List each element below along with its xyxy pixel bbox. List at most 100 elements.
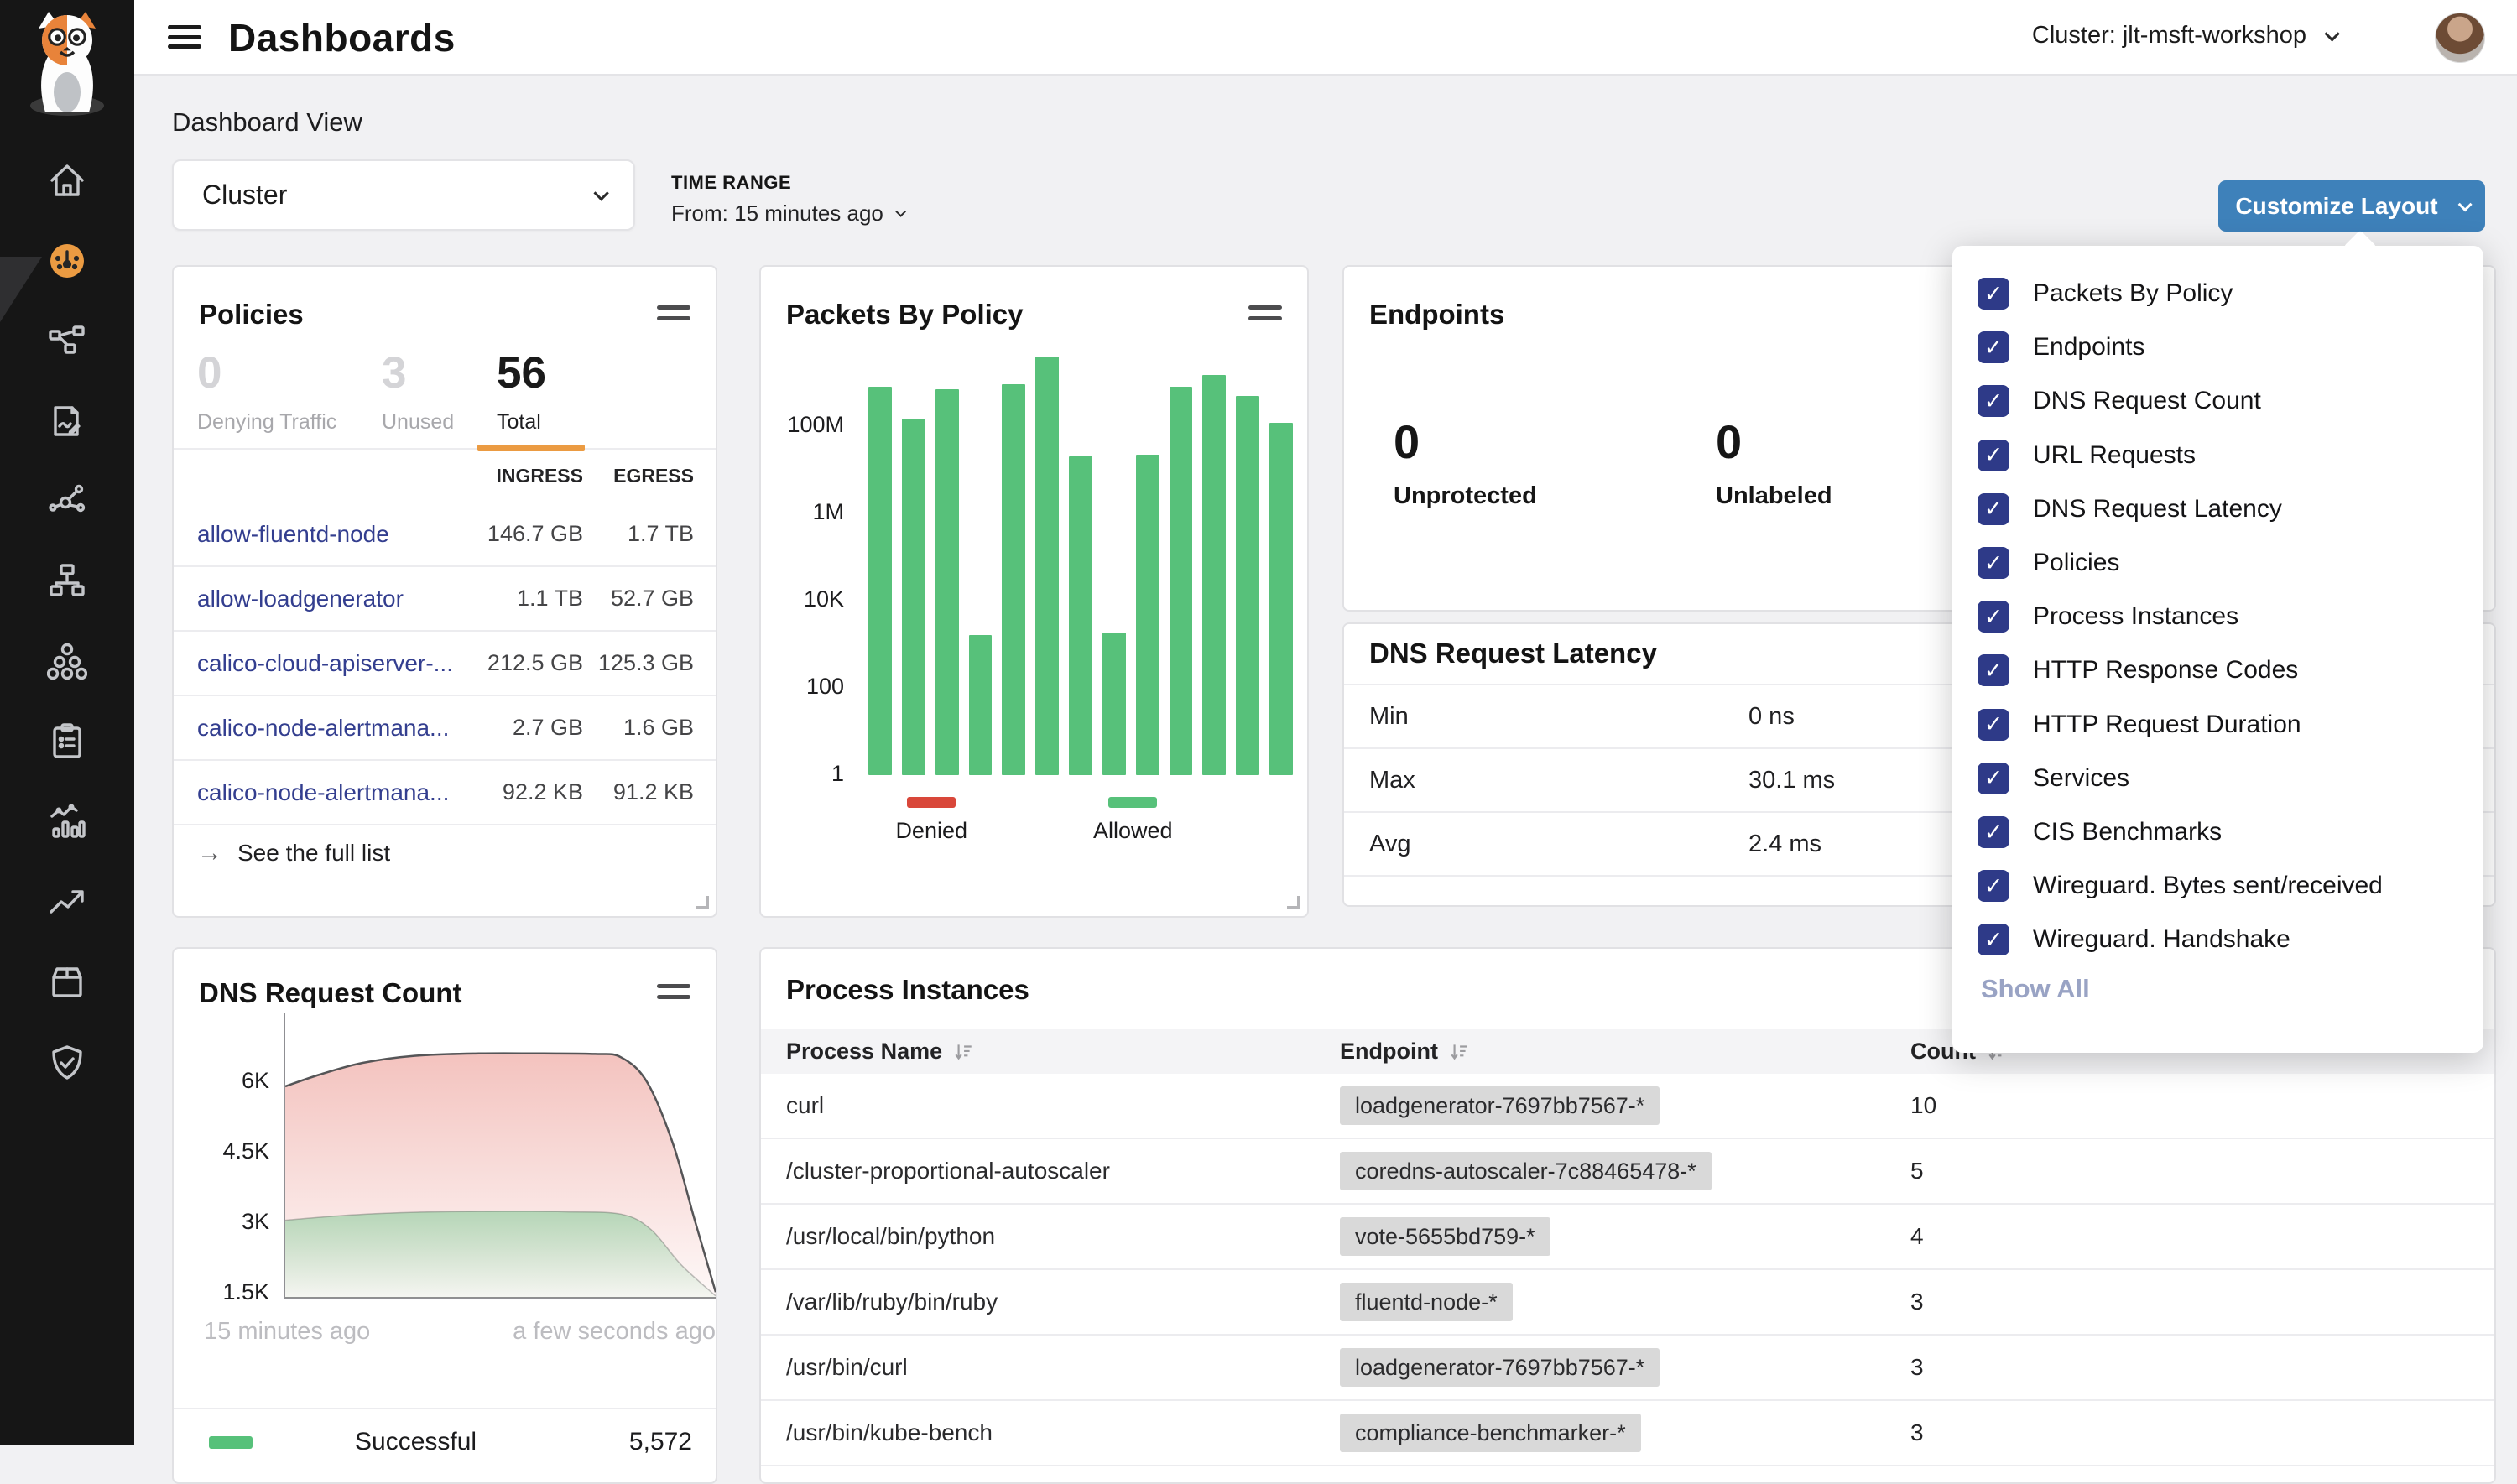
bar-allowed[interactable] (969, 635, 993, 775)
menu-item-label: Process Instances (2033, 602, 2238, 631)
checkbox-checked-icon[interactable]: ✓ (1978, 331, 2009, 363)
checkbox-checked-icon[interactable]: ✓ (1978, 440, 2009, 471)
menu-item-wireguard-handshake[interactable]: ✓Wireguard. Handshake (1978, 918, 2463, 961)
bar-allowed[interactable] (902, 419, 925, 775)
customize-layout-button[interactable]: Customize Layout (2218, 180, 2485, 232)
menu-item-dns-request-count[interactable]: ✓ DNS Request Count (1978, 379, 2463, 423)
dns-request-count-card: DNS Request Count 1.5K3K4.5K6K 15 minute… (172, 947, 717, 1484)
legend-item-denied[interactable]: Denied (895, 797, 967, 844)
menu-item-packets-by-policy[interactable]: ✓ Packets By Policy (1978, 272, 2463, 315)
calico-cat-logo[interactable] (15, 8, 119, 117)
policy-name-link[interactable]: calico-cloud-apiserver-... (197, 650, 461, 677)
card-title: DNS Request Latency (1369, 638, 1657, 669)
col-process-name[interactable]: Process Name (786, 1039, 1340, 1065)
bar-allowed[interactable] (1102, 633, 1126, 775)
menu-item-http-request-duration[interactable]: ✓ HTTP Request Duration (1978, 703, 2463, 747)
bar-allowed[interactable] (1002, 384, 1025, 775)
sidebar-item-threat-defense-shield-icon[interactable] (29, 1038, 106, 1088)
dashboard-view-select[interactable]: Cluster (172, 159, 635, 231)
bar-allowed[interactable] (868, 387, 892, 775)
col-endpoint[interactable]: Endpoint (1340, 1039, 1910, 1065)
sidebar-item-network-sets-icon[interactable] (29, 556, 106, 607)
sidebar-item-dashboards-gauge-icon[interactable] (29, 236, 106, 286)
checkbox-checked-icon[interactable]: ✓ (1978, 924, 2009, 955)
legend-label: Denied (895, 818, 967, 844)
policies-stat-denying-traffic[interactable]: 0Denying Traffic (197, 347, 336, 435)
menu-item-endpoints[interactable]: ✓Endpoints (1978, 325, 2463, 369)
menu-item-label: DNS Request Count (2033, 387, 2261, 415)
sidebar-item-policy-editor-icon[interactable] (29, 396, 106, 446)
sidebar-item-compliance-clipboard-icon[interactable] (29, 716, 106, 767)
policy-name-link[interactable]: allow-loadgenerator (197, 586, 461, 612)
menu-item-url-requests[interactable]: ✓URL Requests (1978, 434, 2463, 477)
checkbox-checked-icon[interactable]: ✓ (1978, 601, 2009, 633)
topbar: Dashboards Cluster: jlt-msft-workshop (134, 0, 2517, 76)
bar-allowed[interactable] (935, 389, 959, 775)
y-tick-label: 10K (743, 586, 844, 612)
sidebar-item-image-assurance-box-icon[interactable] (29, 957, 106, 1008)
checkbox-checked-icon[interactable]: ✓ (1978, 816, 2009, 848)
managed-clusters-icon (47, 642, 87, 682)
menu-item-label: HTTP Response Codes (2033, 656, 2298, 685)
y-tick-label: 4.5K (177, 1138, 269, 1164)
checkbox-checked-icon[interactable]: ✓ (1978, 493, 2009, 525)
sidebar-item-home-icon[interactable] (29, 155, 106, 206)
user-avatar[interactable] (2435, 13, 2485, 63)
checkbox-checked-icon[interactable]: ✓ (1978, 385, 2009, 417)
bar-allowed[interactable] (1069, 456, 1092, 775)
legend-swatch (1108, 797, 1157, 808)
bar-allowed[interactable] (1269, 423, 1293, 775)
sidebar-item-policies-graph-icon[interactable] (29, 315, 106, 366)
policy-name-link[interactable]: calico-node-alertmana... (197, 715, 461, 742)
menu-hamburger-icon[interactable] (168, 22, 201, 52)
drag-handle-icon[interactable] (657, 305, 690, 320)
policy-name-link[interactable]: calico-node-alertmana... (197, 779, 461, 806)
resize-handle[interactable] (696, 896, 709, 909)
time-range-value[interactable]: From: 15 minutes ago (671, 200, 903, 227)
sidebar-item-managed-clusters-icon[interactable] (29, 637, 106, 687)
see-full-list-link[interactable]: → See the full list (197, 839, 390, 867)
bar-allowed[interactable] (1136, 455, 1159, 775)
policy-name-link[interactable]: allow-fluentd-node (197, 521, 461, 548)
checkbox-checked-icon[interactable]: ✓ (1978, 709, 2009, 741)
checkbox-checked-icon[interactable]: ✓ (1978, 763, 2009, 794)
resize-handle[interactable] (1287, 896, 1300, 909)
bar-allowed[interactable] (1202, 375, 1226, 775)
menu-item-services[interactable]: ✓Services (1978, 757, 2463, 800)
legend-swatch-successful (209, 1436, 253, 1449)
menu-item-dns-request-latency[interactable]: ✓DNS Request Latency (1978, 487, 2463, 531)
col-ingress[interactable]: INGRESS (461, 465, 583, 487)
sidebar-item-activity-chart-icon[interactable] (29, 797, 106, 847)
menu-item-http-response-codes[interactable]: ✓ HTTP Response Codes (1978, 648, 2463, 692)
menu-item-policies[interactable]: ✓Policies (1978, 541, 2463, 585)
dashboard-view-label: Dashboard View (172, 107, 362, 138)
policies-stat-unused[interactable]: 3Unused (382, 347, 454, 435)
drag-handle-icon[interactable] (1248, 305, 1282, 320)
network-sets-icon (47, 561, 87, 601)
col-egress[interactable]: EGRESS (583, 465, 694, 487)
chevron-down-icon (2324, 26, 2339, 41)
policies-stat-total[interactable]: 56Total (497, 347, 546, 435)
menu-item-process-instances[interactable]: ✓ Process Instances (1978, 595, 2463, 638)
show-all-link[interactable]: Show All (1981, 974, 2090, 1004)
cluster-selector[interactable]: Cluster: jlt-msft-workshop (2032, 22, 2336, 49)
bar-allowed[interactable] (1035, 357, 1059, 775)
legend-item-allowed[interactable]: Allowed (1093, 797, 1173, 844)
sidebar-item-service-graph-icon[interactable] (29, 476, 106, 526)
drag-handle-icon[interactable] (657, 984, 690, 999)
menu-item-label: HTTP Request Duration (2033, 711, 2301, 739)
menu-item-wireguard-bytes-sent-received[interactable]: ✓Wireguard. Bytes sent/received (1978, 864, 2463, 908)
process-endpoint: fluentd-node-* (1340, 1289, 1910, 1315)
checkbox-checked-icon[interactable]: ✓ (1978, 547, 2009, 579)
bar-allowed[interactable] (1170, 387, 1193, 775)
checkbox-checked-icon[interactable]: ✓ (1978, 278, 2009, 310)
dashboard-view-select-value: Cluster (202, 180, 287, 211)
checkbox-checked-icon[interactable]: ✓ (1978, 870, 2009, 902)
checkbox-checked-icon[interactable]: ✓ (1978, 654, 2009, 686)
activity-chart-icon (47, 802, 87, 842)
latency-label: Max (1369, 767, 1415, 794)
sidebar-item-threat-trend-icon[interactable] (29, 877, 106, 927)
menu-item-cis-benchmarks[interactable]: ✓CIS Benchmarks (1978, 810, 2463, 854)
bar-allowed[interactable] (1236, 396, 1259, 775)
menu-item-label: Packets By Policy (2033, 279, 2233, 308)
